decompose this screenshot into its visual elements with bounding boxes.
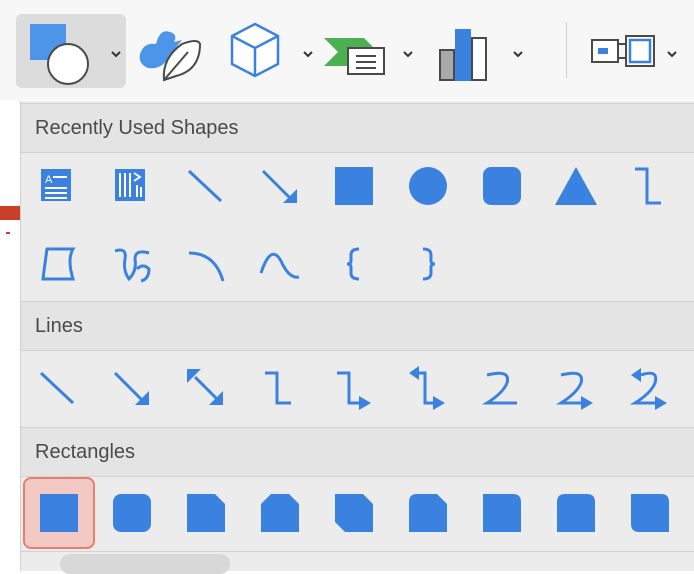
section-divider <box>21 551 694 552</box>
shape-elbow-connector[interactable] <box>625 161 675 211</box>
round-diagonal-corner-rectangle-icon <box>631 494 669 532</box>
shapes-button[interactable] <box>16 14 126 88</box>
oval-icon <box>409 167 447 205</box>
text-box-icon: A <box>41 169 71 201</box>
shape-curved-arrow-connector[interactable] <box>551 363 601 413</box>
shape-curve[interactable] <box>255 239 305 289</box>
shape-arrow[interactable] <box>255 161 305 211</box>
chart-button[interactable] <box>428 14 532 88</box>
shape-elbow-double-arrow-connector[interactable] <box>403 363 453 413</box>
3d-models-button[interactable] <box>218 14 314 88</box>
bird-leaf-icon <box>139 31 202 82</box>
round-single-corner-rectangle-icon <box>483 494 521 532</box>
smartart-icon <box>324 38 385 75</box>
right-brace-icon <box>422 247 436 281</box>
shape-oval[interactable] <box>403 161 453 211</box>
insert-ribbon <box>0 0 694 100</box>
screenshot-button[interactable] <box>580 14 684 88</box>
elbow-connector-icon <box>635 167 661 205</box>
shape-elbow-arrow-connector[interactable] <box>329 363 379 413</box>
curved-connector-icon <box>481 371 517 405</box>
toolbar-separator <box>566 22 567 78</box>
shape-text-box[interactable]: A <box>33 161 83 211</box>
rounded-rectangle-icon <box>483 167 521 205</box>
shape-rectangle[interactable] <box>329 161 379 211</box>
document-background <box>6 232 10 234</box>
shape-triangle[interactable] <box>551 161 601 211</box>
rounded-rectangle-icon <box>113 494 151 532</box>
chevron-down-icon[interactable] <box>666 50 678 58</box>
shapes-dropdown: Recently Used Shapes A Lines Rectangles <box>20 101 694 571</box>
shape-left-brace[interactable] <box>329 239 379 289</box>
chevron-down-icon[interactable] <box>512 50 524 58</box>
arrow-icon <box>113 371 149 405</box>
shape-right-brace[interactable] <box>403 239 453 289</box>
arrow-icon <box>261 169 297 203</box>
vertical-text-box-icon <box>115 169 145 201</box>
elbow-double-arrow-connector-icon <box>409 366 445 410</box>
snip-single-corner-rectangle-icon <box>187 494 225 532</box>
triangle-icon <box>555 167 597 205</box>
section-title: Recently Used Shapes <box>35 117 239 139</box>
curved-arrow-connector-icon <box>555 371 593 410</box>
shape-line[interactable] <box>181 161 231 211</box>
shape-round-single-corner-rectangle[interactable] <box>477 488 527 538</box>
shape-freeform[interactable] <box>33 239 83 289</box>
section-title: Rectangles <box>35 441 136 463</box>
curve-icon <box>259 252 300 279</box>
shape-round-diagonal-corner-rectangle[interactable] <box>625 488 675 538</box>
shape-elbow-connector[interactable] <box>255 363 305 413</box>
shape-curved-double-arrow-connector[interactable] <box>625 363 675 413</box>
left-brace-icon <box>346 247 360 281</box>
shape-rounded-rectangle[interactable] <box>477 161 527 211</box>
shapes-icon <box>30 24 89 85</box>
shape-scribble[interactable] <box>107 239 157 289</box>
elbow-connector-icon <box>265 371 291 405</box>
chart-icon <box>439 29 487 81</box>
freeform-icon <box>41 247 76 281</box>
rectangle-icon <box>335 167 373 205</box>
shape-line-arrow[interactable] <box>107 363 157 413</box>
chevron-down-icon[interactable] <box>402 50 414 58</box>
scroll-indicator <box>60 554 230 574</box>
shape-line[interactable] <box>33 363 83 413</box>
shape-round-same-side-corner-rectangle[interactable] <box>551 488 601 538</box>
double-arrow-icon <box>187 369 223 405</box>
section-header-recently-used: Recently Used Shapes <box>21 103 694 153</box>
arc-icon <box>188 251 225 282</box>
document-background <box>0 206 20 220</box>
snip-diagonal-corner-rectangle-icon <box>335 494 373 532</box>
screenshot-icon <box>591 35 655 67</box>
line-icon <box>39 371 75 405</box>
icons-button[interactable] <box>134 14 214 88</box>
section-header-rectangles: Rectangles <box>21 427 694 477</box>
elbow-arrow-connector-icon <box>337 371 371 410</box>
scribble-icon <box>114 248 151 283</box>
shape-vertical-text-box[interactable] <box>107 161 157 211</box>
curved-double-arrow-connector-icon <box>629 368 667 410</box>
shape-curved-connector[interactable] <box>477 363 527 413</box>
shape-rounded-rectangle[interactable] <box>107 488 157 538</box>
shape-snip-same-side-corner-rectangle[interactable] <box>255 488 305 538</box>
rectangle-icon <box>40 494 78 532</box>
section-header-lines: Lines <box>21 301 694 351</box>
round-same-side-corner-rectangle-icon <box>557 494 595 532</box>
shape-arc[interactable] <box>181 239 231 289</box>
shape-snip-single-corner-rectangle[interactable] <box>181 488 231 538</box>
chevron-down-icon[interactable] <box>110 50 122 58</box>
svg-text:A: A <box>45 174 53 186</box>
line-icon <box>187 169 223 203</box>
chevron-down-icon[interactable] <box>302 50 314 58</box>
shape-rectangle[interactable] <box>23 477 95 549</box>
snip-same-side-corner-rectangle-icon <box>261 494 299 532</box>
shape-snip-round-single-corner-rectangle[interactable] <box>403 488 453 538</box>
shape-snip-diagonal-corner-rectangle[interactable] <box>329 488 379 538</box>
snip-round-single-corner-rectangle-icon <box>409 494 447 532</box>
shape-double-arrow[interactable] <box>181 363 231 413</box>
section-title: Lines <box>35 315 83 337</box>
smartart-button[interactable] <box>318 14 422 88</box>
cube-icon <box>230 22 280 78</box>
